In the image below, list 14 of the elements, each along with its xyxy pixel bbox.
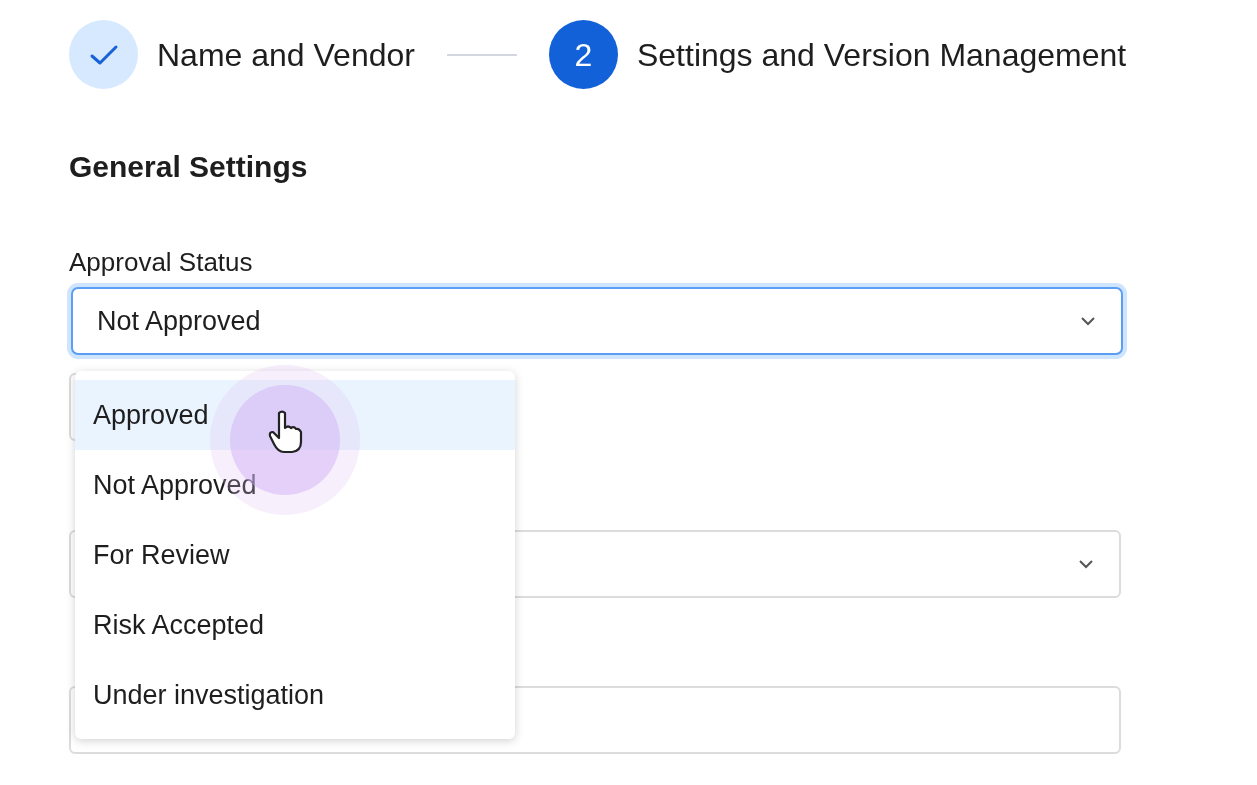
dropdown-option[interactable]: Approved — [75, 380, 515, 450]
step-label[interactable]: Settings and Version Management — [636, 30, 1127, 79]
dropdown-option[interactable]: Risk Accepted — [75, 590, 515, 660]
hand-cursor-icon — [267, 409, 305, 455]
dropdown-option[interactable]: Under investigation — [75, 660, 515, 730]
step-label[interactable]: Name and Vendor — [157, 30, 415, 79]
dropdown-option[interactable]: Not Approved — [75, 450, 515, 520]
field-label: Approval Status — [69, 246, 253, 279]
chevron-down-icon — [1077, 558, 1095, 570]
chevron-down-icon — [1079, 315, 1097, 327]
section-title: General Settings — [69, 149, 309, 185]
step-number: 2 — [548, 20, 618, 89]
dropdown-option[interactable]: For Review — [75, 520, 515, 590]
check-icon — [88, 43, 119, 66]
